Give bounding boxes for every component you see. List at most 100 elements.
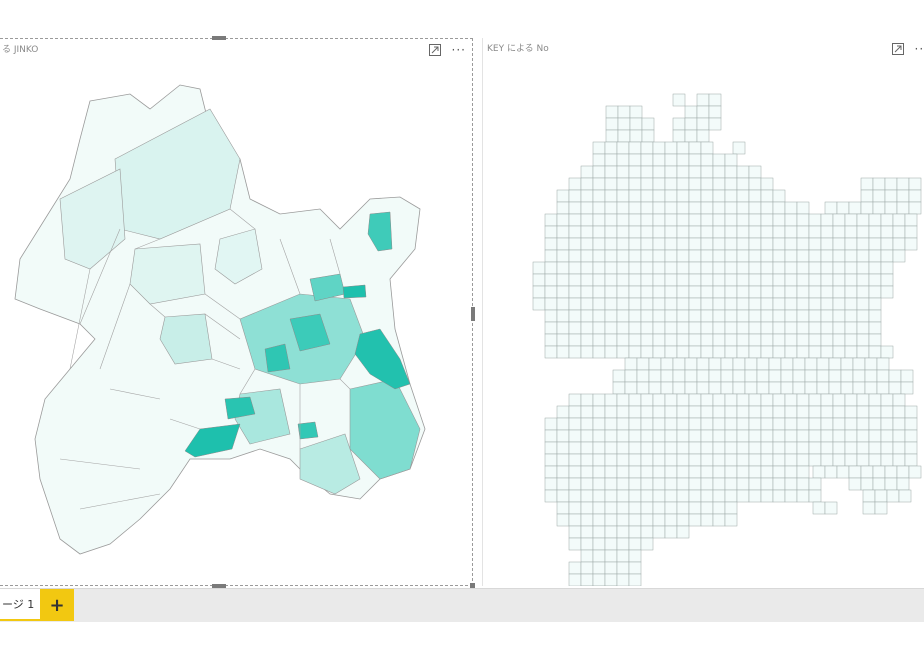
grid-tile[interactable]: [556, 489, 570, 503]
grid-tile[interactable]: [604, 153, 618, 167]
grid-tile[interactable]: [688, 333, 702, 347]
grid-tile[interactable]: [808, 393, 822, 407]
grid-tile[interactable]: [676, 417, 690, 431]
grid-tile[interactable]: [628, 561, 642, 575]
grid-tile[interactable]: [760, 189, 774, 203]
grid-tile[interactable]: [628, 501, 642, 515]
grid-tile[interactable]: [616, 201, 630, 215]
grid-tile[interactable]: [896, 201, 910, 215]
grid-tile[interactable]: [796, 345, 810, 359]
grid-tile[interactable]: [904, 237, 918, 251]
grid-tile[interactable]: [544, 273, 558, 287]
grid-tile[interactable]: [808, 285, 822, 299]
grid-tile[interactable]: [892, 453, 906, 467]
grid-tile[interactable]: [672, 129, 686, 143]
grid-tile[interactable]: [580, 513, 594, 527]
grid-tile[interactable]: [640, 261, 654, 275]
grid-tile[interactable]: [880, 237, 894, 251]
grid-tile[interactable]: [568, 213, 582, 227]
grid-tile[interactable]: [856, 333, 870, 347]
grid-tile[interactable]: [748, 273, 762, 287]
grid-tile[interactable]: [832, 333, 846, 347]
grid-tile[interactable]: [604, 561, 618, 575]
grid-tile[interactable]: [688, 321, 702, 335]
grid-tile[interactable]: [604, 273, 618, 287]
grid-tile[interactable]: [824, 501, 838, 515]
grid-tile[interactable]: [592, 549, 606, 563]
grid-tile[interactable]: [604, 141, 618, 155]
grid-tile[interactable]: [884, 189, 898, 203]
grid-tile[interactable]: [556, 189, 570, 203]
grid-tile[interactable]: [676, 177, 690, 191]
grid-tile[interactable]: [808, 489, 822, 503]
grid-tile[interactable]: [628, 165, 642, 179]
grid-tile[interactable]: [604, 477, 618, 491]
grid-tile[interactable]: [808, 309, 822, 323]
grid-tile[interactable]: [900, 369, 914, 383]
grid-tile[interactable]: [568, 249, 582, 263]
grid-tile[interactable]: [862, 501, 876, 515]
grid-tile[interactable]: [880, 261, 894, 275]
grid-tile[interactable]: [772, 429, 786, 443]
grid-tile[interactable]: [664, 333, 678, 347]
grid-tile[interactable]: [592, 489, 606, 503]
grid-tile[interactable]: [604, 285, 618, 299]
grid-tile[interactable]: [604, 573, 618, 586]
grid-tile[interactable]: [604, 237, 618, 251]
choropleth-map[interactable]: [0, 39, 473, 587]
grid-tile[interactable]: [664, 249, 678, 263]
grid-tile[interactable]: [628, 189, 642, 203]
grid-tile[interactable]: [712, 177, 726, 191]
grid-tile[interactable]: [784, 237, 798, 251]
grid-tile[interactable]: [568, 345, 582, 359]
grid-tile[interactable]: [824, 465, 838, 479]
grid-tile[interactable]: [664, 285, 678, 299]
grid-tile[interactable]: [640, 141, 654, 155]
grid-tile[interactable]: [616, 225, 630, 239]
grid-tile[interactable]: [688, 477, 702, 491]
grid-tile[interactable]: [796, 441, 810, 455]
grid-tile[interactable]: [772, 297, 786, 311]
grid-tile[interactable]: [592, 501, 606, 515]
grid-tile[interactable]: [712, 405, 726, 419]
grid-tile[interactable]: [712, 237, 726, 251]
grid-tile[interactable]: [568, 513, 582, 527]
grid-tile[interactable]: [580, 465, 594, 479]
grid-tile[interactable]: [580, 177, 594, 191]
grid-tile[interactable]: [640, 285, 654, 299]
grid-tile[interactable]: [724, 345, 738, 359]
grid-tile[interactable]: [592, 237, 606, 251]
grid-tile[interactable]: [580, 201, 594, 215]
grid-tile[interactable]: [904, 405, 918, 419]
grid-tile[interactable]: [868, 225, 882, 239]
grid-tile[interactable]: [568, 309, 582, 323]
grid-tile[interactable]: [604, 297, 618, 311]
grid-tile[interactable]: [688, 261, 702, 275]
grid-tile[interactable]: [568, 429, 582, 443]
grid-tile[interactable]: [616, 417, 630, 431]
grid-tile[interactable]: [700, 273, 714, 287]
grid-tile[interactable]: [616, 393, 630, 407]
grid-tile[interactable]: [556, 477, 570, 491]
grid-tile[interactable]: [872, 465, 886, 479]
grid-tile[interactable]: [628, 393, 642, 407]
grid-tile[interactable]: [712, 513, 726, 527]
grid-tile[interactable]: [592, 165, 606, 179]
grid-tile[interactable]: [864, 381, 878, 395]
grid-tile[interactable]: [640, 441, 654, 455]
grid-tile[interactable]: [896, 189, 910, 203]
grid-tile[interactable]: [640, 345, 654, 359]
grid-tile[interactable]: [832, 393, 846, 407]
grid-tile[interactable]: [796, 273, 810, 287]
grid-tile[interactable]: [724, 429, 738, 443]
grid-tile[interactable]: [724, 441, 738, 455]
grid-tile[interactable]: [820, 333, 834, 347]
grid-tile[interactable]: [700, 261, 714, 275]
grid-tile[interactable]: [748, 177, 762, 191]
grid-tile[interactable]: [688, 141, 702, 155]
grid-tile[interactable]: [708, 369, 722, 383]
grid-tile[interactable]: [760, 345, 774, 359]
grid-tile[interactable]: [628, 549, 642, 563]
grid-tile[interactable]: [617, 117, 631, 131]
grid-tile[interactable]: [820, 453, 834, 467]
